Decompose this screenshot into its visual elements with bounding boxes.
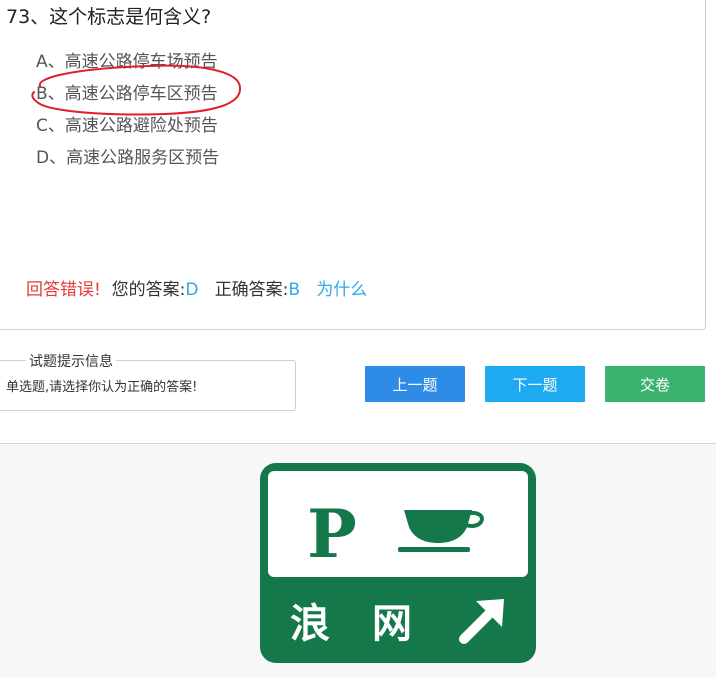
result-status: 回答错误! [26,280,101,300]
why-link[interactable]: 为什么 [316,280,367,300]
option-a[interactable]: A、高速公路停车场预告 [36,47,218,72]
prev-question-button[interactable]: 上一题 [365,366,465,402]
parking-icon: P [307,495,357,573]
answer-result: 回答错误! 您的答案:D 正确答案:B 为什么 [26,275,367,300]
correct-answer-label: 正确答案: [214,280,289,300]
hint-legend: 试题提示信息 [26,351,116,371]
question-title: 73、这个标志是何含义? [6,6,212,28]
question-panel: 73、这个标志是何含义? A、高速公路停车场预告 B、高速公路停车区预告 C、高… [0,0,706,330]
sign-text-left: 浪 [290,601,330,647]
your-answer-value: D [185,280,199,300]
next-question-button[interactable]: 下一题 [485,366,585,402]
your-answer-label: 您的答案: [111,280,186,300]
option-b[interactable]: B、高速公路停车区预告 [36,79,218,104]
sign-text-right: 网 [372,601,412,647]
option-c[interactable]: C、高速公路避险处预告 [36,111,218,136]
correct-answer-value: B [288,280,301,300]
submit-exam-button[interactable]: 交卷 [605,366,705,402]
hint-text: 单选题,请选择你认为正确的答案! [6,380,198,395]
traffic-sign-image: P 浪 网 [260,463,536,663]
option-d[interactable]: D、高速公路服务区预告 [36,143,219,168]
